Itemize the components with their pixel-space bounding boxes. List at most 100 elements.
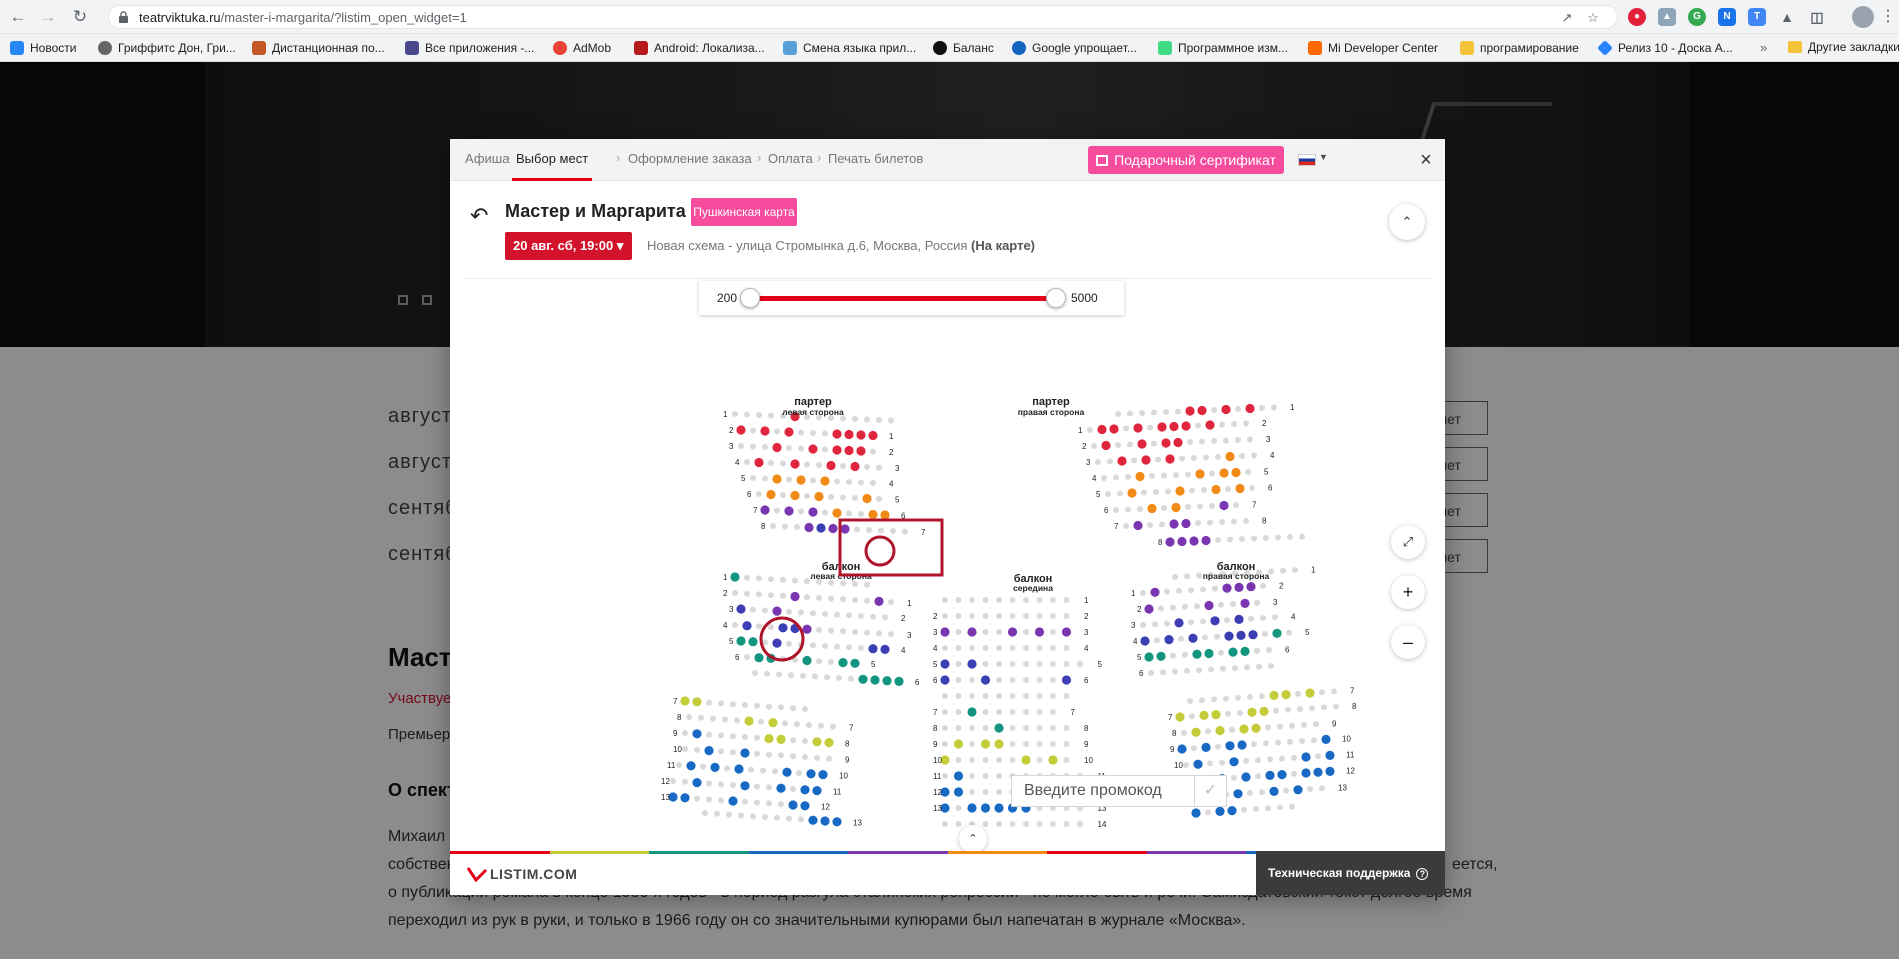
seat: [1194, 603, 1200, 610]
seat: [1228, 647, 1238, 657]
chevron-down-icon[interactable]: ▼: [1319, 152, 1328, 162]
seat: [734, 764, 744, 774]
chevron-up-icon[interactable]: ⌃: [1389, 204, 1425, 240]
date-select-button[interactable]: 20 авг. сб, 19:00 ▾: [505, 232, 632, 260]
seat: [1165, 537, 1175, 547]
seat: [888, 599, 894, 606]
bookmark-item[interactable]: Новости: [10, 40, 76, 56]
seat: [1273, 707, 1279, 714]
row-number: 9: [933, 740, 938, 749]
close-icon[interactable]: ×: [1407, 139, 1445, 181]
extension-icon[interactable]: ●: [1628, 8, 1646, 26]
puzzle-icon[interactable]: ▲: [1778, 8, 1796, 26]
bookmark-item[interactable]: Google упрощает...: [1012, 40, 1137, 56]
row-number: 4: [901, 646, 906, 655]
back-arrow-icon[interactable]: ↶: [470, 203, 488, 229]
fit-screen-icon[interactable]: ⤢: [1391, 525, 1425, 559]
seat: [870, 613, 876, 620]
seat: [828, 627, 834, 634]
seat: [1208, 666, 1214, 673]
seat: [730, 572, 740, 582]
other-bookmarks-folder[interactable]: Другие закладки: [1788, 40, 1899, 54]
seat: [694, 795, 700, 802]
address-bar[interactable]: teatrviktuka.ru/master-i-margarita/?list…: [108, 5, 1618, 29]
reload-icon[interactable]: ↻: [70, 7, 90, 27]
step-order[interactable]: Оформление заказа: [628, 151, 752, 166]
seat: [868, 644, 878, 654]
price-max-handle[interactable]: [1046, 288, 1066, 308]
seat: [969, 725, 975, 731]
gift-certificate-button[interactable]: Подарочный сертификат: [1088, 146, 1284, 174]
seat: [1171, 502, 1181, 513]
row-number: 2: [901, 614, 906, 623]
bookmark-item[interactable]: Смена языка прил...: [783, 40, 916, 56]
bookmark-item[interactable]: програмирование: [1460, 40, 1579, 56]
row-number: 2: [723, 589, 728, 598]
zoom-in-icon[interactable]: +: [1391, 575, 1425, 609]
map-link[interactable]: (На карте): [971, 238, 1035, 253]
seat: [832, 817, 842, 827]
share-icon[interactable]: ↗: [1559, 10, 1575, 26]
step-payment[interactable]: Оплата: [768, 151, 813, 166]
seat: [822, 610, 828, 617]
seat: [766, 489, 776, 500]
step-afisha[interactable]: Афиша: [465, 151, 509, 166]
shield-icon[interactable]: ▲: [1658, 8, 1676, 26]
language-flag-icon[interactable]: [1298, 154, 1316, 166]
bookmark-item[interactable]: Mi Developer Center: [1308, 40, 1438, 56]
sidepanel-icon[interactable]: ◫: [1808, 8, 1826, 26]
zoom-out-icon[interactable]: –: [1391, 625, 1425, 659]
seat: [1176, 587, 1182, 594]
row-number: 6: [933, 676, 938, 685]
bookmark-item[interactable]: Релиз 10 - Доска А...: [1597, 40, 1733, 56]
bookmark-item[interactable]: Баланс: [933, 40, 994, 56]
support-button[interactable]: Техническая поддержка?: [1256, 851, 1445, 895]
step-print[interactable]: Печать билетов: [828, 151, 923, 166]
back-icon[interactable]: ←: [8, 7, 28, 27]
row-number: 2: [1262, 419, 1267, 428]
chevron-up-icon[interactable]: ⌃: [959, 825, 987, 853]
seat: [1224, 631, 1234, 641]
step-seat-selection[interactable]: Выбор мест: [516, 151, 588, 166]
row-number: 9: [1170, 745, 1175, 754]
price-range-slider[interactable]: 200 5000: [699, 281, 1124, 315]
bookmark-item[interactable]: AdMob: [553, 40, 611, 56]
pushkin-card-badge[interactable]: Пушкинская карта: [691, 198, 797, 226]
menu-icon[interactable]: ⋮: [1880, 7, 1896, 27]
checkmark-icon[interactable]: ✓: [1194, 776, 1226, 806]
bookmark-item[interactable]: Гриффитс Дон, Гри...: [98, 40, 236, 56]
seat: [776, 671, 782, 678]
seat: [864, 629, 870, 636]
bookmark-item[interactable]: Все приложения -...: [405, 40, 534, 56]
seat: [1036, 725, 1043, 731]
seat: [1215, 806, 1225, 816]
seat: [732, 622, 738, 628]
translate-icon[interactable]: T: [1748, 8, 1766, 26]
extension-icon[interactable]: N: [1718, 8, 1736, 26]
seat: [996, 661, 1002, 667]
bookmark-star-icon[interactable]: ☆: [1585, 10, 1601, 26]
bookmark-item[interactable]: Дистанционная по...: [252, 40, 385, 56]
bookmark-item[interactable]: Программное изм...: [1158, 40, 1288, 56]
seat: [1248, 615, 1254, 622]
seat: [870, 480, 876, 486]
seat-map-canvas[interactable]: 1213243546576871122334455667788121324354…: [450, 317, 1445, 847]
seat: [1175, 486, 1185, 496]
seat: [778, 801, 784, 808]
price-range-track[interactable]: [750, 296, 1056, 301]
avatar[interactable]: [1852, 6, 1874, 28]
seat-map[interactable]: 1213243546576871122334455667788121324354…: [450, 317, 1445, 847]
row-number: 9: [1332, 719, 1337, 728]
row-number: 3: [729, 605, 734, 614]
bookmark-item[interactable]: Android: Локализа...: [634, 40, 765, 56]
price-min-handle[interactable]: [740, 288, 760, 308]
extension-icon[interactable]: G: [1688, 8, 1706, 26]
seat: [1244, 664, 1250, 671]
seat: [852, 629, 858, 635]
promo-code-input[interactable]: [1012, 776, 1194, 806]
seat: [870, 675, 880, 685]
bookmarks-overflow-button[interactable]: »: [1760, 40, 1767, 55]
listim-logo[interactable]: LISTIM.COM: [466, 866, 577, 882]
forward-icon[interactable]: →: [38, 7, 58, 27]
seat: [806, 722, 812, 728]
